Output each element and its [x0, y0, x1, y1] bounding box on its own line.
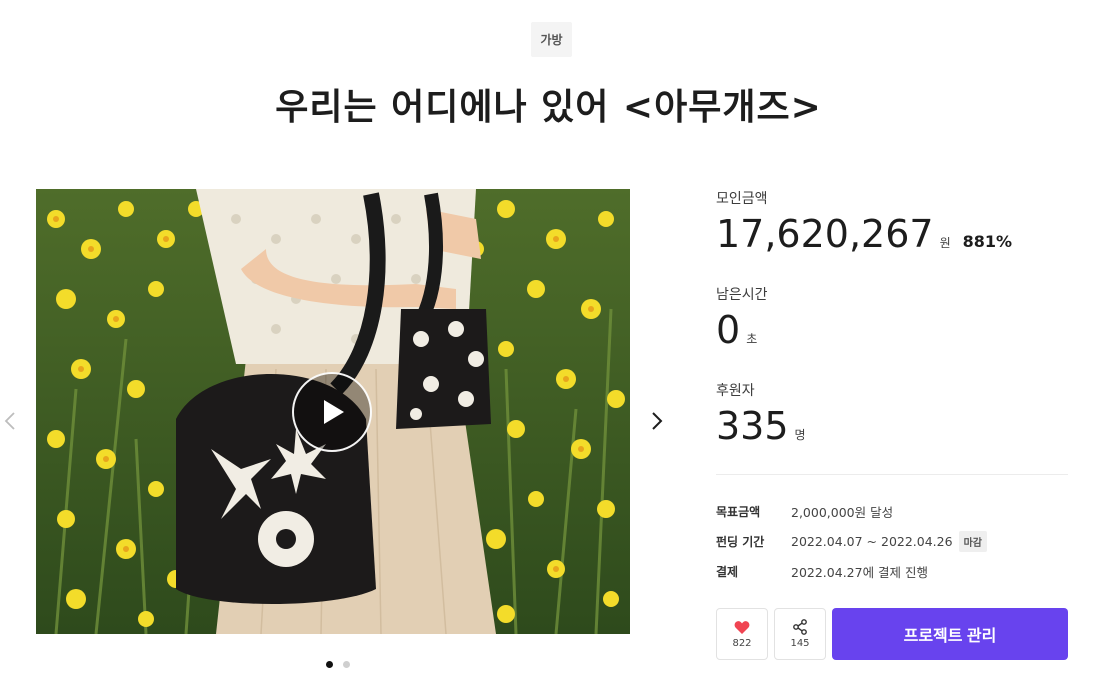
- payment-key: 결제: [716, 564, 739, 579]
- funds-raised-unit: 원: [939, 236, 951, 250]
- funds-raised-label: 모인금액: [716, 191, 768, 207]
- share-button[interactable]: 145: [774, 608, 826, 660]
- manage-project-button[interactable]: 프로젝트 관리: [832, 608, 1068, 660]
- payment-row: 결제 2022.04.27에 결제 진행: [716, 556, 1068, 586]
- closed-badge: 마감: [958, 530, 987, 552]
- time-remaining-value: 0: [716, 308, 741, 352]
- like-button[interactable]: 822: [716, 608, 768, 660]
- heart-icon: [734, 620, 750, 635]
- time-remaining-unit: 초: [746, 332, 758, 346]
- project-title: 우리는 어디에나 있어 <아무개즈>: [275, 87, 822, 128]
- backers-count: 335: [716, 404, 789, 448]
- funding-details: 목표금액 2,000,000원 달성 펀딩 기간 2022.04.07 ~ 20…: [716, 496, 1068, 586]
- category-tag[interactable]: 가방: [531, 22, 572, 57]
- chevron-right-icon[interactable]: [647, 406, 667, 436]
- share-icon: [792, 619, 808, 635]
- project-image: [36, 189, 630, 634]
- time-remaining: 남은시간 0 초: [716, 284, 768, 352]
- payment-value: 2022.04.27에 결제 진행: [791, 564, 929, 580]
- goal-row: 목표금액 2,000,000원 달성: [716, 496, 1068, 526]
- slide-dot-1[interactable]: [326, 661, 333, 668]
- slide-dot-2[interactable]: [343, 661, 350, 668]
- backers-label: 후원자: [716, 383, 755, 399]
- period-row: 펀딩 기간 2022.04.07 ~ 2022.04.26 마감: [716, 526, 1068, 556]
- backers: 후원자 335 명: [716, 380, 806, 448]
- funding-percent: 881%: [962, 232, 1013, 251]
- funds-raised-amount: 17,620,267: [716, 212, 934, 256]
- period-value: 2022.04.07 ~ 2022.04.26: [791, 533, 953, 549]
- funds-raised: 모인금액 17,620,267 원 881%: [716, 188, 1012, 256]
- slide-indicator: [326, 661, 350, 668]
- time-remaining-label: 남은시간: [716, 287, 768, 303]
- chevron-left-icon[interactable]: [0, 406, 20, 436]
- backers-unit: 명: [794, 428, 806, 442]
- divider: [716, 474, 1068, 475]
- like-count: 822: [732, 637, 752, 649]
- play-button[interactable]: [292, 372, 372, 452]
- period-key: 펀딩 기간: [716, 534, 765, 549]
- share-count: 145: [790, 638, 810, 649]
- goal-key: 목표금액: [716, 504, 761, 519]
- action-bar: 822 145 프로젝트 관리: [716, 608, 1068, 660]
- play-icon: [317, 397, 347, 427]
- goal-value: 2,000,000원 달성: [791, 504, 894, 520]
